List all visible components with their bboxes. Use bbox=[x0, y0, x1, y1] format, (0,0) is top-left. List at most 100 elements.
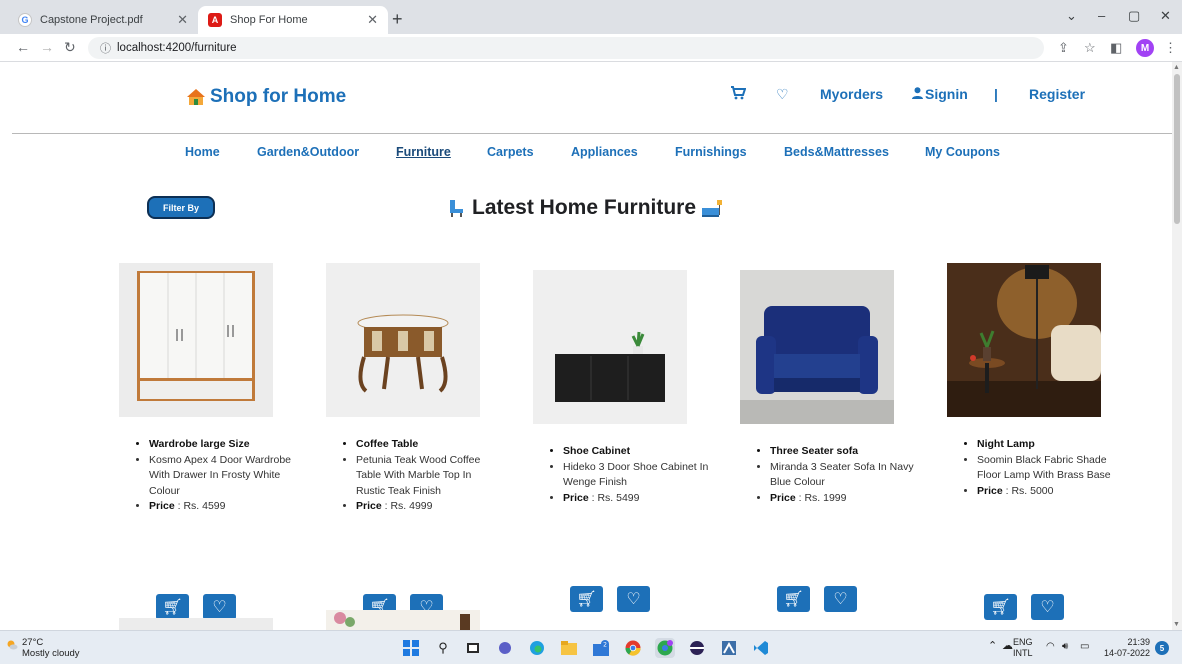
category-my-coupons[interactable]: My Coupons bbox=[925, 145, 1000, 159]
photos-icon[interactable]: 2 bbox=[591, 638, 611, 658]
add-to-wishlist-button[interactable]: ♡ bbox=[824, 586, 857, 612]
tray-overflow-icon[interactable]: ⌃ bbox=[988, 641, 997, 652]
price-value: : Rs. 5499 bbox=[591, 491, 640, 504]
app-icon[interactable] bbox=[719, 638, 739, 658]
info-icon[interactable]: ⓘ bbox=[100, 40, 111, 56]
wifi-icon[interactable]: ◠ bbox=[1046, 641, 1055, 652]
cart-icon: 🛒︎ bbox=[162, 599, 183, 616]
close-tab-icon[interactable]: ✕ bbox=[177, 12, 188, 28]
close-window-button[interactable]: ✕ bbox=[1160, 8, 1171, 24]
share-icon[interactable]: ⇪ bbox=[1058, 40, 1069, 56]
angular-icon: A bbox=[208, 13, 222, 27]
page-scrollbar[interactable]: ▲ ▼ bbox=[1172, 62, 1182, 630]
chrome-profile-icon[interactable] bbox=[655, 638, 675, 658]
price-label: Price bbox=[356, 500, 382, 512]
cart-icon: 🛒︎ bbox=[783, 591, 804, 608]
chrome-icon[interactable] bbox=[623, 638, 643, 658]
tab-shop-for-home[interactable]: A Shop For Home ✕ bbox=[198, 6, 388, 34]
product-card: Shoe Cabinet Hideko 3 Door Shoe Cabinet … bbox=[533, 270, 713, 612]
scroll-up-icon[interactable]: ▲ bbox=[1173, 64, 1180, 71]
product-description: Hideko 3 Door Shoe Cabinet In Wenge Fini… bbox=[563, 460, 709, 491]
register-link[interactable]: Register bbox=[1029, 86, 1085, 102]
page-content: Shop for Home ♡ Myorders Signin | Regist… bbox=[0, 62, 1172, 630]
close-tab-icon[interactable]: ✕ bbox=[367, 12, 378, 28]
start-icon[interactable] bbox=[401, 638, 421, 658]
add-to-wishlist-button[interactable]: ♡ bbox=[617, 586, 650, 612]
product-card: Coffee Table Petunia Teak Wood Coffee Ta… bbox=[326, 263, 506, 620]
battery-icon[interactable]: ▭ bbox=[1080, 641, 1089, 652]
profile-avatar[interactable]: M bbox=[1136, 39, 1154, 57]
product-details: Three Seater sofa Miranda 3 Seater Sofa … bbox=[770, 444, 916, 506]
product-card: Three Seater sofa Miranda 3 Seater Sofa … bbox=[740, 270, 920, 612]
brand-logo[interactable]: Shop for Home bbox=[186, 86, 346, 108]
add-to-cart-button[interactable]: 🛒︎ bbox=[984, 594, 1017, 620]
maximize-button[interactable]: ▢ bbox=[1128, 8, 1140, 24]
vscode-icon[interactable] bbox=[751, 638, 771, 658]
clock[interactable]: 21:39 14-07-2022 bbox=[1104, 637, 1150, 659]
url-input[interactable]: ⓘ localhost:4200/furniture bbox=[88, 37, 1044, 59]
category-furniture[interactable]: Furniture bbox=[396, 145, 451, 159]
scroll-down-icon[interactable]: ▼ bbox=[1173, 621, 1180, 628]
new-tab-button[interactable]: + bbox=[392, 9, 403, 30]
back-icon[interactable]: ← bbox=[16, 39, 30, 55]
forward-icon[interactable]: → bbox=[40, 39, 54, 55]
tab-search-icon[interactable]: ⌄ bbox=[1066, 8, 1077, 24]
product-image-shoe-cabinet[interactable] bbox=[533, 270, 687, 424]
weather-widget[interactable]: 27°C Mostly cloudy bbox=[7, 637, 80, 659]
signin-label: Signin bbox=[925, 86, 968, 102]
product-image-wardrobe[interactable] bbox=[119, 263, 273, 417]
category-carpets[interactable]: Carpets bbox=[487, 145, 534, 159]
edge-icon[interactable] bbox=[527, 638, 547, 658]
search-icon[interactable]: ⚲ bbox=[433, 638, 453, 658]
category-garden-outdoor[interactable]: Garden&Outdoor bbox=[257, 145, 359, 159]
nav-separator: | bbox=[994, 86, 998, 102]
heart-icon: ♡ bbox=[626, 591, 641, 608]
product-actions: 🛒︎ ♡ bbox=[777, 586, 857, 612]
product-image-partial[interactable] bbox=[326, 610, 480, 630]
product-name: Wardrobe large Size bbox=[149, 437, 295, 453]
category-beds-mattresses[interactable]: Beds&Mattresses bbox=[784, 145, 889, 159]
category-furnishings[interactable]: Furnishings bbox=[675, 145, 747, 159]
product-actions: 🛒︎ ♡ bbox=[570, 586, 650, 612]
product-image-sofa[interactable] bbox=[740, 270, 894, 424]
minimize-button[interactable]: – bbox=[1098, 8, 1105, 23]
product-image-partial[interactable] bbox=[119, 618, 273, 630]
product-image-coffee-table[interactable] bbox=[326, 263, 480, 417]
svg-text:2: 2 bbox=[603, 642, 607, 649]
brand-name: Shop for Home bbox=[210, 86, 347, 107]
reload-icon[interactable]: ↻ bbox=[64, 39, 76, 56]
heart-icon: ♡ bbox=[1040, 599, 1055, 616]
filter-by-button[interactable]: Filter By bbox=[147, 196, 215, 219]
product-image-night-lamp[interactable] bbox=[947, 263, 1101, 417]
add-to-cart-button[interactable]: 🛒︎ bbox=[570, 586, 603, 612]
volume-icon[interactable]: 🔊︎ bbox=[1062, 641, 1068, 652]
file-explorer-icon[interactable] bbox=[559, 638, 579, 658]
heart-icon: ♡ bbox=[833, 591, 848, 608]
myorders-link[interactable]: Myorders bbox=[820, 86, 883, 102]
eclipse-icon[interactable] bbox=[687, 638, 707, 658]
weather-desc: Mostly cloudy bbox=[22, 648, 80, 659]
tab-capstone-pdf[interactable]: G Capstone Project.pdf ✕ bbox=[8, 6, 198, 34]
scrollbar-thumb[interactable] bbox=[1174, 74, 1180, 224]
cart-icon[interactable] bbox=[730, 86, 747, 103]
add-to-wishlist-button[interactable]: ♡ bbox=[203, 594, 236, 620]
language-indicator[interactable]: ENG INTL bbox=[1013, 637, 1033, 659]
category-appliances[interactable]: Appliances bbox=[571, 145, 638, 159]
side-panel-icon[interactable]: ◧ bbox=[1110, 40, 1122, 56]
notification-badge[interactable]: 5 bbox=[1155, 641, 1169, 655]
network-cloud-icon[interactable]: ☁ bbox=[1002, 641, 1013, 652]
signin-link[interactable]: Signin bbox=[912, 86, 968, 102]
add-to-cart-button[interactable]: 🛒︎ bbox=[156, 594, 189, 620]
price-label: Price bbox=[563, 491, 589, 504]
menu-icon[interactable]: ⋮ bbox=[1164, 40, 1177, 56]
product-card: Night Lamp Soomin Black Fabric Shade Flo… bbox=[947, 263, 1127, 620]
category-home[interactable]: Home bbox=[185, 145, 220, 159]
chat-icon[interactable] bbox=[495, 638, 515, 658]
user-icon bbox=[912, 86, 923, 102]
wishlist-heart-icon[interactable]: ♡ bbox=[776, 86, 789, 103]
keyboard-layout: INTL bbox=[1013, 648, 1033, 658]
add-to-cart-button[interactable]: 🛒︎ bbox=[777, 586, 810, 612]
bookmark-star-icon[interactable]: ☆ bbox=[1084, 40, 1096, 56]
add-to-wishlist-button[interactable]: ♡ bbox=[1031, 594, 1064, 620]
task-view-icon[interactable] bbox=[463, 638, 483, 658]
